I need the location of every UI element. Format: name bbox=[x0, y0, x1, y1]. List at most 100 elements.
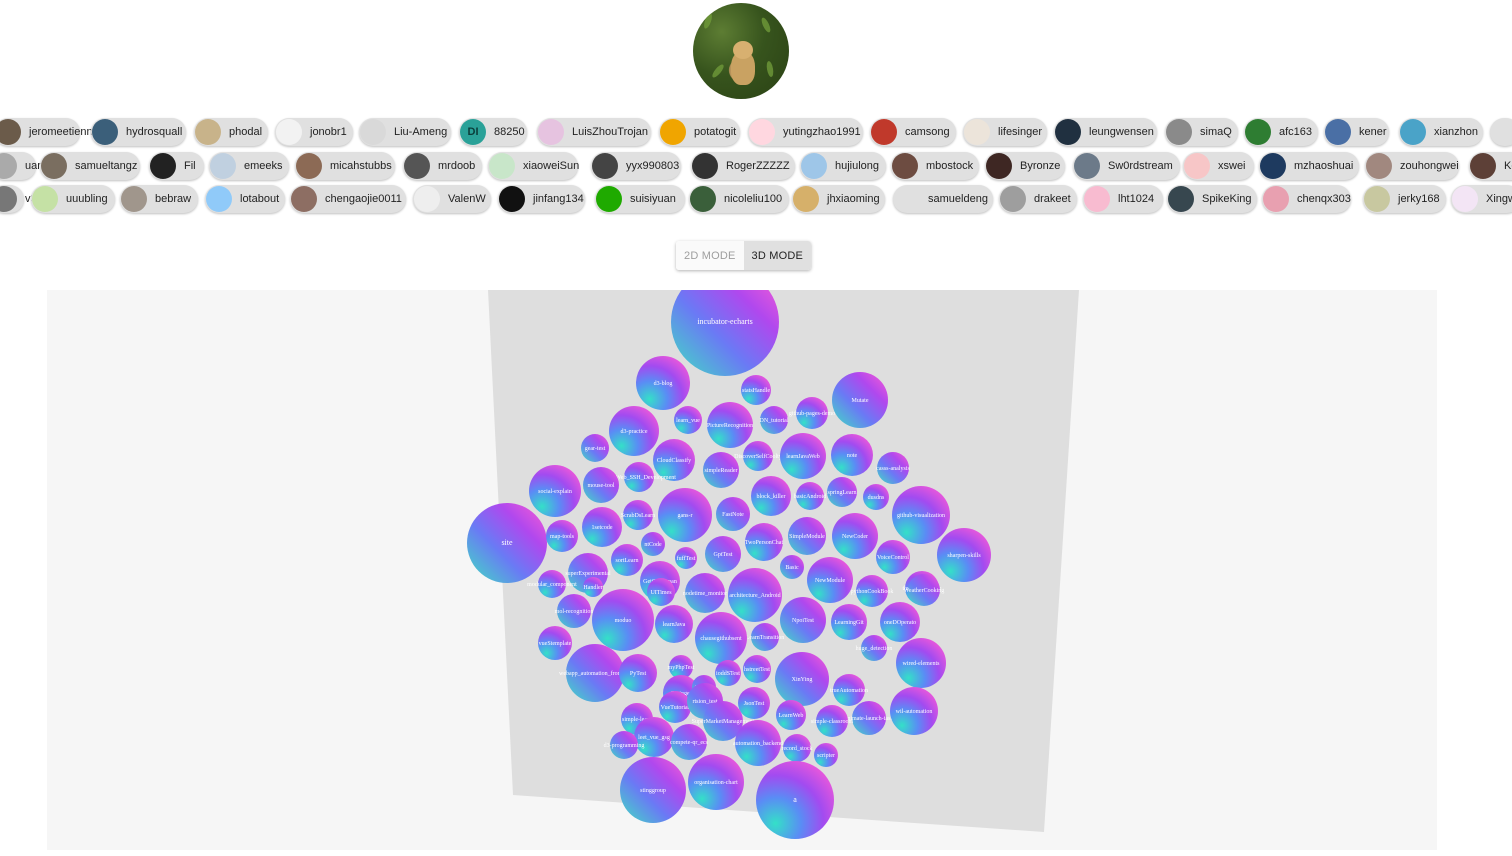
user-avatar-icon bbox=[964, 119, 990, 145]
contributor-chip[interactable]: Byronze bbox=[985, 152, 1065, 180]
contributor-name: xianzhon bbox=[1434, 126, 1479, 138]
contributor-chip[interactable]: LuisZhouTrojan bbox=[537, 118, 651, 146]
user-avatar-icon bbox=[1452, 186, 1478, 212]
contributor-chip[interactable]: jhxiaoming bbox=[792, 185, 885, 213]
repo-bubble-label: modular_component bbox=[527, 582, 577, 588]
repo-bubble-label: CloudClassify bbox=[657, 457, 691, 464]
contributor-chip[interactable]: jonobr1 bbox=[275, 118, 353, 146]
contributor-chip[interactable]: v3r bbox=[0, 185, 40, 213]
contributor-name: afc163 bbox=[1279, 126, 1313, 138]
contributor-chip[interactable]: jinfang134 bbox=[498, 185, 585, 213]
contributor-name: Liu-Ameng bbox=[394, 126, 448, 138]
contributor-chip[interactable]: xianzhon bbox=[1399, 118, 1483, 146]
repo-bubble-label: architecture_Android bbox=[729, 593, 780, 599]
contributor-chip[interactable]: jerky168 bbox=[1363, 185, 1446, 213]
contributor-chip[interactable]: mrdoob bbox=[403, 152, 482, 180]
contributor-chip[interactable]: DI 88250 bbox=[459, 118, 527, 146]
contributor-chip[interactable]: drakeet bbox=[999, 185, 1077, 213]
contributor-chip[interactable]: mbostock bbox=[891, 152, 979, 180]
contributor-chip[interactable]: samueldeng bbox=[893, 185, 993, 213]
contributor-name: hydrosquall bbox=[126, 126, 183, 138]
contributor-chip[interactable]: chengaojie0011 bbox=[290, 185, 406, 213]
contributor-chip[interactable]: yyx990803 bbox=[591, 152, 681, 180]
contributor-name: micahstubbs bbox=[330, 160, 392, 172]
contributor-chip[interactable]: Fil bbox=[149, 152, 204, 180]
repo-bubble-label: DN_tutorial bbox=[760, 418, 789, 424]
contributor-chip[interactable]: nicoleliu100 bbox=[689, 185, 789, 213]
repo-bubble-label: sharpen-skills bbox=[947, 553, 981, 559]
contributor-chip[interactable]: jeromeetienne bbox=[0, 118, 99, 146]
bubble-canvas[interactable]: incubator-echarts d3-blog statsHandle Mutat… bbox=[47, 290, 1437, 850]
contributor-chip[interactable]: Ke bbox=[1469, 152, 1512, 180]
contributor-name: chenqx303 bbox=[1297, 193, 1351, 205]
mode-2d-button[interactable]: 2D MODE bbox=[676, 241, 744, 270]
contributor-chip[interactable]: micahstubbs bbox=[295, 152, 395, 180]
repo-bubble-label: LearnWeb bbox=[779, 713, 804, 719]
contributor-chip[interactable]: lotabout bbox=[205, 185, 285, 213]
repo-bubble-label: FastNote bbox=[722, 512, 744, 518]
contributor-chip[interactable]: samueltangz bbox=[40, 152, 140, 180]
user-avatar-icon bbox=[1400, 119, 1426, 145]
repo-bubble-label: TwoPersonChat bbox=[745, 540, 784, 546]
repo-bubble-label: stinggroup bbox=[640, 788, 666, 794]
repo-bubble-label: nodetime_monitor bbox=[683, 591, 727, 597]
contributor-chip[interactable]: kener bbox=[1324, 118, 1389, 146]
repo-bubble-label: Handler bbox=[583, 585, 602, 591]
contributor-chip[interactable]: mzhaoshuai bbox=[1259, 152, 1359, 180]
contributor-chip[interactable]: yutingzhao1991 bbox=[748, 118, 863, 146]
contributor-chip[interactable]: chenqx303 bbox=[1262, 185, 1351, 213]
repo-bubble-label: VueTutorial bbox=[661, 705, 690, 711]
repo-bubble-label: learn_vue bbox=[676, 418, 700, 424]
user-avatar-icon bbox=[1364, 186, 1390, 212]
contributor-name: lotabout bbox=[240, 193, 280, 205]
contributor-chip[interactable]: suisiyuan bbox=[595, 185, 685, 213]
contributor-chip[interactable]: uuubling bbox=[31, 185, 115, 213]
repo-bubble-label: d3-programming bbox=[604, 743, 645, 749]
contributor-chip[interactable]: RogerZZZZZ bbox=[691, 152, 795, 180]
contributor-chip[interactable]: simaQ bbox=[1165, 118, 1238, 146]
contributor-chip[interactable]: xiaoweiSun bbox=[488, 152, 579, 180]
bubble-chart[interactable]: incubator-echarts d3-blog statsHandle Mutat… bbox=[47, 290, 1437, 850]
user-avatar-icon: DI bbox=[460, 119, 486, 145]
user-avatar-icon bbox=[692, 153, 718, 179]
contributor-chip[interactable]: ValenW bbox=[413, 185, 491, 213]
contributor-chip[interactable]: hujiulong bbox=[800, 152, 886, 180]
contributor-chip[interactable]: leungwensen bbox=[1054, 118, 1157, 146]
contributor-chip[interactable]: Sw0rdstream bbox=[1073, 152, 1180, 180]
mode-3d-button[interactable]: 3D MODE bbox=[743, 241, 812, 270]
contributor-chip[interactable]: lht1024 bbox=[1083, 185, 1163, 213]
contributor-chip[interactable]: phodal bbox=[194, 118, 268, 146]
repo-bubble-label: VoiceControl bbox=[877, 555, 909, 561]
contributor-chip[interactable]: zouhongwei bbox=[1365, 152, 1459, 180]
contributor-chip[interactable]: camsong bbox=[870, 118, 956, 146]
repo-bubble-label: compete-qr_ecs bbox=[670, 740, 709, 746]
repo-bubble-label: oneDOperato bbox=[884, 620, 916, 626]
contributor-row: uanyf samueltangz Fil emeeks micahstubbs mrdo… bbox=[0, 152, 1512, 182]
contributor-chip[interactable] bbox=[1490, 118, 1512, 146]
contributor-chip[interactable]: Liu-Ameng bbox=[359, 118, 451, 146]
profile-avatar[interactable] bbox=[693, 3, 789, 99]
contributor-name: samueltangz bbox=[75, 160, 138, 172]
repo-bubble-label: learnJava bbox=[663, 622, 686, 628]
repo-bubble-label: hstreetTest bbox=[744, 667, 770, 673]
contributor-chip[interactable]: Xingw bbox=[1451, 185, 1512, 213]
user-avatar-icon bbox=[92, 119, 118, 145]
contributor-chip[interactable]: hydrosquall bbox=[91, 118, 186, 146]
user-avatar-icon bbox=[150, 153, 176, 179]
repo-bubble-label: organisation-chart bbox=[694, 780, 738, 786]
contributor-chip[interactable]: afc163 bbox=[1244, 118, 1318, 146]
contributor-chip[interactable]: bebraw bbox=[120, 185, 198, 213]
contributor-chip[interactable]: lifesinger bbox=[963, 118, 1047, 146]
contributor-chip[interactable]: uanyf bbox=[0, 152, 52, 180]
contributor-name: chengaojie0011 bbox=[325, 193, 402, 205]
contributor-chip[interactable]: emeeks bbox=[209, 152, 289, 180]
repo-bubble-label: casss-analysis bbox=[876, 466, 910, 472]
user-avatar-icon bbox=[206, 186, 232, 212]
repo-bubble-label: JsonTest bbox=[744, 701, 765, 707]
repo-bubble-label: gear-test bbox=[585, 446, 606, 452]
contributor-chip[interactable]: potatogit bbox=[659, 118, 740, 146]
contributor-name: samueldeng bbox=[928, 193, 988, 205]
contributor-chip[interactable]: xswei bbox=[1183, 152, 1254, 180]
contributor-chip[interactable]: SpikeKing bbox=[1167, 185, 1257, 213]
repo-bubble-label: huge_detection bbox=[856, 646, 893, 652]
